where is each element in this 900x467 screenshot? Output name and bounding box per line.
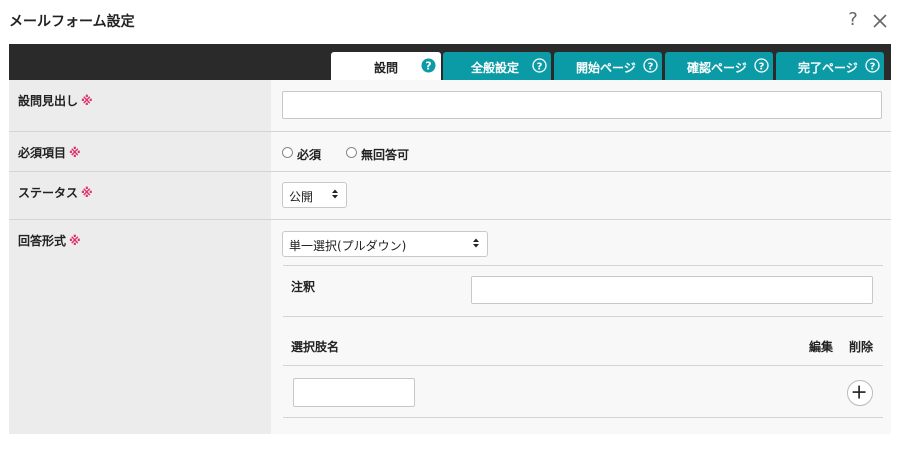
tab-confirm-page[interactable]: 確認ページ ? <box>665 52 773 80</box>
tab-start-page[interactable]: 開始ページ ? <box>554 52 662 80</box>
add-choice-button[interactable] <box>847 380 873 406</box>
question-form: 設問見出し ※ 必須項目 ※ 必須 無回答可 ステータス ※ 公開 回答形式 ※… <box>9 80 891 434</box>
choices-header-name: 選択肢名 <box>291 340 340 354</box>
help-circle-icon: ? <box>643 58 658 73</box>
divider <box>283 316 883 317</box>
select-value: 単一選択(プルダウン) <box>289 239 407 253</box>
required-mark: ※ <box>69 234 81 248</box>
select-value: 公開 <box>289 190 314 204</box>
row-question-heading: 設問見出し ※ <box>9 80 891 132</box>
required-mark: ※ <box>69 146 81 160</box>
select-arrows-icon <box>473 238 479 248</box>
required-mark: ※ <box>81 186 93 200</box>
question-heading-input[interactable] <box>282 91 882 119</box>
choices-header-edit: 編集 <box>809 340 834 354</box>
tab-label: 確認ページ <box>687 61 747 75</box>
tab-bar: 設問 ? 全般設定 ? 開始ページ ? 確認ページ ? 完了ページ ? <box>9 44 891 80</box>
new-choice-input[interactable] <box>293 378 415 407</box>
annotation-input[interactable] <box>471 276 873 304</box>
field-label-cell: 必須項目 ※ <box>9 132 271 171</box>
row-answer-type: 回答形式 ※ 単一選択(プルダウン) 注釈 選択肢名 編集 削除 <box>9 220 891 434</box>
divider <box>283 265 883 266</box>
tab-label: 開始ページ <box>576 61 636 75</box>
divider <box>283 365 883 366</box>
tab-label: 全般設定 <box>471 61 520 75</box>
tab-question[interactable]: 設問 ? <box>331 52 441 80</box>
radio-label: 無回答可 <box>361 148 410 162</box>
help-circle-icon: ? <box>754 58 769 73</box>
status-select[interactable]: 公開 <box>282 182 347 208</box>
required-mark: ※ <box>81 94 93 108</box>
svg-text:?: ? <box>870 61 876 72</box>
tab-label: 完了ページ <box>798 61 858 75</box>
help-circle-icon: ? <box>532 58 547 73</box>
svg-text:?: ? <box>648 61 654 72</box>
svg-text:?: ? <box>759 61 765 72</box>
question-mark-icon[interactable]: ? <box>846 9 860 30</box>
row-status: ステータス ※ 公開 <box>9 172 891 220</box>
dialog-title: メールフォーム設定 <box>9 14 135 30</box>
field-label: ステータス <box>18 186 79 200</box>
field-label: 回答形式 <box>18 234 67 248</box>
select-arrows-icon <box>332 189 338 199</box>
plus-icon <box>852 385 866 399</box>
help-circle-icon: ? <box>421 58 436 73</box>
annotation-label: 注釈 <box>291 280 316 294</box>
dialog-titlebar: メールフォーム設定 ? <box>0 0 900 44</box>
field-cell: 単一選択(プルダウン) 注釈 選択肢名 編集 削除 <box>271 220 891 434</box>
radio-label: 必須 <box>297 148 322 162</box>
field-label: 設問見出し <box>18 94 79 108</box>
svg-text:?: ? <box>537 61 543 72</box>
field-cell: 公開 <box>271 172 891 219</box>
field-label-cell: ステータス ※ <box>9 172 271 219</box>
field-cell <box>271 80 891 131</box>
field-cell: 必須 無回答可 <box>271 132 891 171</box>
answer-type-select[interactable]: 単一選択(プルダウン) <box>282 231 488 257</box>
tab-general-settings[interactable]: 全般設定 ? <box>443 52 551 80</box>
radio-circle <box>282 147 293 158</box>
close-icon[interactable] <box>872 13 888 29</box>
row-required: 必須項目 ※ 必須 無回答可 <box>9 132 891 172</box>
tab-label: 設問 <box>374 61 399 75</box>
choices-header-delete: 削除 <box>849 340 874 354</box>
tab-complete-page[interactable]: 完了ページ ? <box>776 52 884 80</box>
svg-text:?: ? <box>425 60 431 73</box>
radio-circle <box>346 147 357 158</box>
field-label: 必須項目 <box>18 146 67 160</box>
divider <box>283 417 883 418</box>
field-label-cell: 設問見出し ※ <box>9 80 271 131</box>
field-label-cell: 回答形式 ※ <box>9 220 271 434</box>
help-circle-icon: ? <box>865 58 880 73</box>
